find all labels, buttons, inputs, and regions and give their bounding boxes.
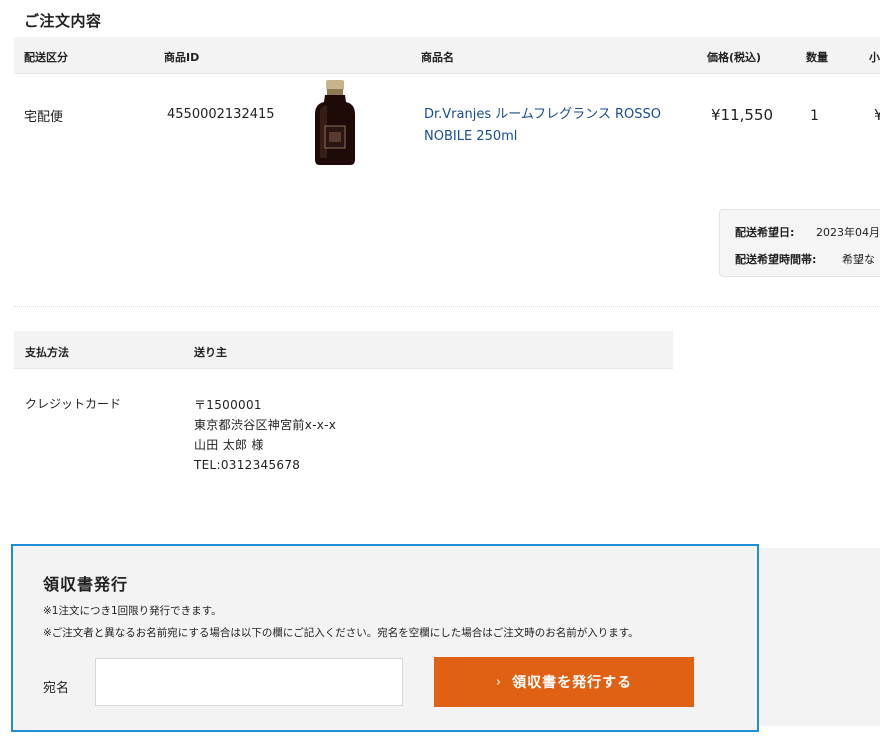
receipt-side-panel [757,548,880,726]
payment-table-header: 支払方法 送り主 [14,331,673,369]
section-divider [14,306,880,307]
shipping-type: 宅配便 [24,110,64,125]
product-name-line2: NOBILE 250ml [424,129,518,144]
header-payment-method: 支払方法 [25,346,69,359]
receipt-note-once: ※1注文につき1回限り発行できます。 [43,605,222,617]
delivery-time-label: 配送希望時間帯: [735,253,817,266]
chevron-right-icon: › [495,674,503,690]
order-section-title: ご注文内容 [24,12,102,30]
product-quantity: 1 [810,108,819,124]
product-subtotal: ¥ [874,106,880,124]
order-table-header: 配送区分 商品ID 商品名 価格(税込) 数量 小 [14,37,880,74]
delivery-info-box: 配送希望日: 2023年04月 配送希望時間帯: 希望な [719,209,880,277]
order-detail-page: ご注文内容 配送区分 商品ID 商品名 価格(税込) 数量 小 宅配便 4550… [0,0,880,740]
header-price: 価格(税込) [707,51,762,64]
header-product-id: 商品ID [164,51,200,64]
product-name-line1: Dr.Vranjes ルームフレグランス ROSSO [424,107,661,122]
delivery-date-value: 2023年04月 [816,226,880,239]
header-sender: 送り主 [194,346,227,359]
product-price: ¥11,550 [711,106,774,124]
issue-receipt-button[interactable]: › 領収書を発行する [434,657,694,707]
delivery-time-value: 希望な [842,253,875,266]
header-shipping-type: 配送区分 [24,51,68,64]
addressee-input[interactable] [95,658,403,706]
delivery-date-label: 配送希望日: [735,226,795,239]
sender-address: 東京都渋谷区神宮前x-x-x [194,418,337,432]
header-product-name: 商品名 [421,51,454,64]
product-name-link[interactable]: Dr.Vranjes ルームフレグランス ROSSO NOBILE 250ml [424,104,684,148]
perfume-bottle-icon[interactable] [312,80,358,170]
receipt-note-addressee: ※ご注文者と異なるお名前宛にする場合は以下の欄にご記入ください。宛名を空欄にした… [43,627,639,639]
header-subtotal: 小 [869,51,880,64]
addressee-label: 宛名 [43,681,70,696]
payment-method: クレジットカード [25,397,122,411]
sender-address-block: 〒1500001 東京都渋谷区神宮前x-x-x 山田 太郎 様 TEL:0312… [194,395,336,475]
product-id: 4550002132415 [167,107,275,122]
sender-tel: TEL:0312345678 [194,458,301,472]
sender-postal: 〒1500001 [194,398,262,412]
receipt-title: 領収書発行 [43,575,129,594]
sender-name: 山田 太郎 様 [194,438,264,452]
issue-receipt-button-label: 領収書を発行する [512,675,633,691]
receipt-panel: 領収書発行 ※1注文につき1回限り発行できます。 ※ご注文者と異なるお名前宛にす… [11,544,759,732]
header-quantity: 数量 [806,51,828,64]
